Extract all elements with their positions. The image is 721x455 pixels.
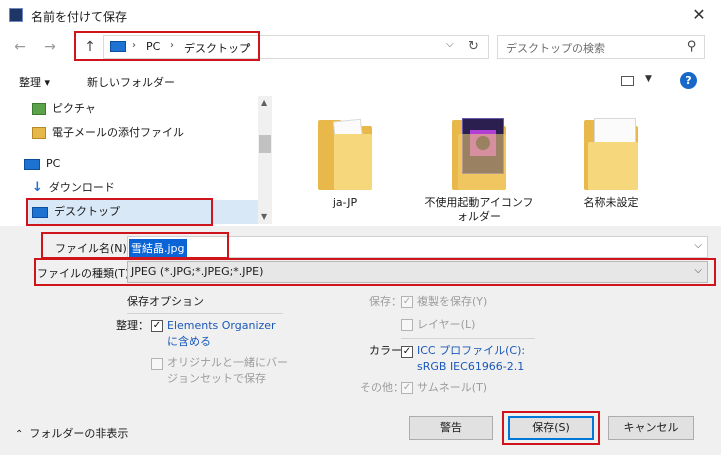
folder-icon — [452, 112, 506, 190]
view-options-icon[interactable] — [621, 76, 634, 86]
file-label: 名称未設定 — [583, 196, 639, 209]
search-placeholder: デスクトップの検索 — [506, 42, 605, 55]
save-copy-checkbox[interactable]: ✓ — [401, 296, 413, 308]
nav-item-label: PC — [46, 157, 61, 170]
other-label: その他： — [360, 381, 404, 394]
version-set-checkbox-label: オリジナルと一緒にバージョンセットで保存 — [167, 356, 288, 385]
folder-icon — [584, 112, 638, 190]
chevron-down-icon[interactable]: ⌵ — [694, 240, 702, 251]
save-label: 保存： — [369, 295, 402, 308]
file-label: ja-JP — [332, 196, 358, 209]
warning-button[interactable]: 警告 — [409, 416, 493, 440]
organizer-checkbox[interactable]: ✓ — [151, 320, 163, 332]
pc-icon — [24, 158, 40, 170]
filetype-select[interactable]: JPEG (*.JPG;*.JPEG;*.JPE) ⌵ — [127, 261, 708, 283]
save-options-header: 保存オプション — [127, 295, 204, 308]
nav-item-label: 電子メールの添付ファイル — [52, 126, 184, 139]
folder-icon — [318, 112, 372, 190]
window-title: 名前を付けて保存 — [31, 10, 128, 24]
organizer-checkbox-label[interactable]: Elements Organizer に含める — [167, 318, 289, 350]
breadcrumb-separator: › — [170, 40, 174, 51]
nav-scroll-thumb[interactable] — [259, 135, 271, 153]
save-button[interactable]: 保存(S) — [508, 416, 594, 440]
scroll-up-icon[interactable]: ▲ — [261, 98, 267, 107]
filename-label: ファイル名(N): — [55, 242, 131, 255]
divider — [127, 313, 283, 314]
forward-button[interactable]: → — [40, 37, 60, 57]
help-button[interactable]: ? — [680, 72, 697, 89]
icc-profile-checkbox[interactable]: ✓ — [401, 346, 413, 358]
nav-item-label: ダウンロード — [48, 181, 115, 194]
layers-checkbox-label: レイヤー(L) — [417, 318, 476, 331]
chevron-up-icon: ⌃ — [15, 429, 24, 440]
version-set-checkbox[interactable] — [151, 358, 163, 370]
nav-item-email-attachments[interactable]: 電子メールの添付ファイル — [32, 121, 184, 145]
nav-item-downloads[interactable]: ↓ ダウンロード — [32, 176, 115, 200]
nav-item-label: デスクトップ — [54, 205, 120, 218]
hide-folders-toggle[interactable]: ⌃ フォルダーの非表示 — [15, 425, 128, 441]
thumbnail-checkbox[interactable]: ✓ — [401, 382, 413, 394]
address-bar[interactable]: › PC › デスクトップ › ⌵ ↻ — [103, 35, 489, 59]
nav-item-pictures[interactable]: ピクチャ — [32, 97, 96, 121]
file-item-unused-icons-folder[interactable]: 不使用起動アイコンフォルダー — [424, 112, 534, 224]
cancel-button[interactable]: キャンセル — [608, 416, 694, 440]
desktop-icon — [32, 206, 48, 218]
organize-label: 整理： — [116, 319, 149, 332]
scroll-down-icon[interactable]: ▼ — [261, 212, 267, 221]
filename-value[interactable]: 雪結晶.jpg — [129, 239, 187, 257]
filetype-value: JPEG (*.JPG;*.JPEG;*.JPE) — [131, 265, 264, 278]
breadcrumb-separator: › — [132, 40, 136, 51]
back-button[interactable]: ← — [10, 37, 30, 57]
search-box[interactable]: デスクトップの検索 ⚲ — [497, 35, 705, 59]
email-attachments-icon — [32, 127, 46, 139]
refresh-icon[interactable]: ↻ — [468, 39, 479, 54]
file-item-untitled[interactable]: 名称未設定 — [556, 112, 666, 210]
app-icon — [9, 8, 23, 22]
breadcrumb-separator: › — [247, 40, 251, 51]
filename-input[interactable]: 雪結晶.jpg ⌵ — [127, 236, 708, 258]
breadcrumb-desktop[interactable]: デスクトップ — [184, 40, 250, 56]
close-button[interactable]: ✕ — [684, 4, 714, 28]
chevron-down-icon[interactable]: ⌵ — [694, 265, 702, 276]
nav-scrollbar[interactable] — [258, 96, 272, 224]
search-icon[interactable]: ⚲ — [687, 39, 697, 54]
download-icon: ↓ — [32, 180, 43, 195]
pictures-icon — [32, 103, 46, 115]
up-button[interactable]: ↑ — [80, 37, 100, 57]
organize-menu[interactable]: 整理 ▾ — [19, 74, 50, 90]
filetype-label: ファイルの種類(T): — [37, 267, 134, 280]
nav-item-desktop[interactable]: デスクトップ — [32, 200, 120, 224]
hide-folders-label: フォルダーの非表示 — [29, 427, 129, 440]
nav-item-pc[interactable]: PC — [24, 152, 60, 176]
thumbnail-checkbox-label: サムネール(T) — [417, 381, 488, 394]
nav-item-label: ピクチャ — [52, 102, 96, 115]
layers-checkbox[interactable] — [401, 319, 413, 331]
icc-profile-checkbox-label[interactable]: ICC プロファイル(C): sRGB IEC61966-2.1 — [417, 343, 543, 375]
file-label: 不使用起動アイコンフォルダー — [424, 196, 534, 223]
new-folder-button[interactable]: 新しいフォルダー — [87, 74, 175, 90]
chevron-down-icon[interactable]: ▼ — [645, 74, 652, 84]
save-copy-checkbox-label: 複製を保存(Y) — [417, 295, 488, 308]
divider — [401, 338, 535, 339]
chevron-down-icon[interactable]: ⌵ — [446, 39, 454, 50]
file-item-ja-jp[interactable]: ja-JP — [290, 112, 400, 210]
breadcrumb-pc[interactable]: PC — [146, 40, 160, 53]
pc-icon — [110, 41, 126, 52]
